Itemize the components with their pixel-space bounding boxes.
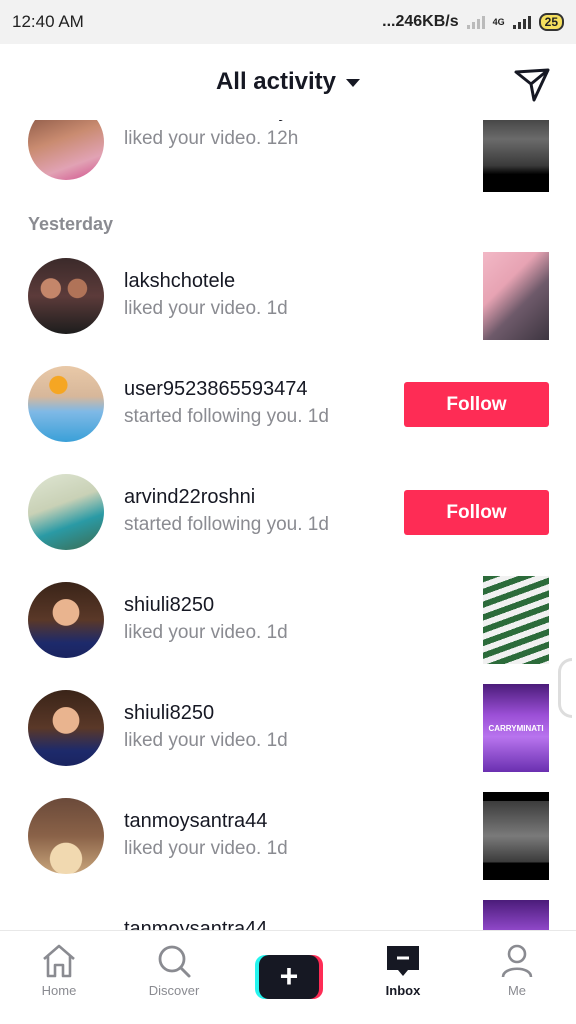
timestamp: 1d: [307, 514, 329, 535]
status-indicators: ...246KB/s 4G 25: [382, 13, 564, 31]
nav-inbox[interactable]: Inbox: [358, 943, 448, 998]
nav-home-label: Home: [41, 983, 77, 998]
activity-text: liked your video. 1d: [124, 730, 288, 752]
home-icon: [43, 944, 75, 978]
timestamp: 1d: [307, 406, 329, 427]
video-thumbnail[interactable]: CARRYMINATI: [483, 684, 549, 772]
timestamp: 12h: [266, 128, 299, 149]
profile-icon: [501, 944, 533, 978]
username[interactable]: shiuli8250: [124, 594, 214, 617]
username[interactable]: tanmoysantra44: [124, 918, 267, 930]
timestamp: 1d: [266, 622, 288, 643]
avatar[interactable]: [28, 582, 104, 658]
plus-icon: +: [259, 955, 319, 999]
activity-text: liked your video. 1d: [124, 622, 288, 644]
status-bar: 12:40 AM ...246KB/s 4G 25: [0, 0, 576, 44]
video-thumbnail[interactable]: [483, 576, 549, 664]
nav-home[interactable]: Home: [14, 943, 104, 998]
avatar[interactable]: [28, 120, 104, 180]
search-icon: [158, 945, 191, 978]
activity-row[interactable]: shiuli8250 liked your video. 1d: [0, 576, 576, 672]
action-text: started following you.: [124, 514, 303, 535]
activity-row[interactable]: arvind22roshni started following you. 1d…: [0, 468, 576, 564]
create-button[interactable]: +: [255, 955, 323, 999]
action-text: liked your video.: [124, 128, 262, 149]
video-thumbnail[interactable]: [483, 120, 549, 192]
page-title: All activity: [215, 68, 337, 95]
timestamp: 1d: [266, 298, 288, 319]
status-time: 12:40 AM: [12, 12, 84, 31]
video-thumbnail[interactable]: [483, 252, 549, 340]
video-thumbnail[interactable]: [483, 792, 549, 880]
caret-down-icon: [346, 78, 361, 87]
network-type: 4G: [492, 17, 505, 27]
action-text: liked your video.: [124, 298, 262, 319]
avatar[interactable]: [28, 690, 104, 766]
activity-filter-dropdown[interactable]: All activity: [0, 68, 576, 96]
avatar[interactable]: [28, 366, 104, 442]
activity-text: started following you. 1d: [124, 406, 329, 428]
follow-button[interactable]: Follow: [404, 490, 549, 535]
bottom-nav: Home Discover + Inbox Me: [0, 930, 576, 1024]
wifi-signal-icon: [466, 15, 485, 29]
avatar[interactable]: [28, 798, 104, 874]
section-label-yesterday: Yesterday: [28, 214, 114, 234]
username[interactable]: user9523865593474: [124, 378, 308, 401]
action-text: liked your video.: [124, 730, 262, 751]
nav-me-label: Me: [507, 983, 527, 998]
action-text: liked your video.: [124, 838, 262, 859]
activity-text: liked your video. 1d: [124, 838, 288, 860]
scroll-handle[interactable]: [558, 658, 572, 718]
follow-button[interactable]: Follow: [404, 382, 549, 427]
action-text: started following you.: [124, 406, 303, 427]
paper-plane-icon[interactable]: [512, 64, 552, 104]
avatar[interactable]: [28, 258, 104, 334]
activity-row[interactable]: lakshchotele liked your video. 1d: [0, 252, 576, 348]
activity-feed[interactable]: sourovchakraborty1 liked your video. 12h…: [0, 120, 576, 930]
activity-row[interactable]: shiuli8250 liked your video. 1d CARRYMIN…: [0, 684, 576, 780]
username[interactable]: lakshchotele: [124, 270, 235, 293]
activity-text: started following you. 1d: [124, 514, 329, 536]
username[interactable]: tanmoysantra44: [124, 810, 267, 833]
activity-row[interactable]: user9523865593474 started following you.…: [0, 360, 576, 456]
activity-row[interactable]: tanmoysantra44 liked your video. 1d: [0, 792, 576, 888]
timestamp: 1d: [266, 730, 288, 751]
action-text: liked your video.: [124, 622, 262, 643]
network-speed: ...246KB/s: [382, 13, 459, 30]
battery-icon: 25: [538, 13, 564, 31]
activity-row[interactable]: sourovchakraborty1 liked your video. 12h: [0, 120, 576, 196]
cell-signal-icon: [512, 15, 531, 29]
timestamp: 1d: [266, 838, 288, 859]
video-thumbnail[interactable]: [483, 900, 549, 930]
nav-discover[interactable]: Discover: [129, 943, 219, 998]
header: All activity: [0, 44, 576, 120]
nav-inbox-label: Inbox: [385, 983, 421, 998]
activity-text: liked your video. 1d: [124, 298, 288, 320]
inbox-icon: [387, 946, 419, 976]
username[interactable]: sourovchakraborty1: [124, 120, 300, 123]
nav-me[interactable]: Me: [472, 943, 562, 998]
avatar[interactable]: [28, 474, 104, 550]
activity-text: liked your video. 12h: [124, 128, 298, 150]
thumbnail-caption: CARRYMINATI: [488, 723, 544, 733]
username[interactable]: shiuli8250: [124, 702, 214, 725]
nav-discover-label: Discover: [148, 983, 200, 998]
username[interactable]: arvind22roshni: [124, 486, 255, 509]
activity-row[interactable]: tanmoysantra44: [0, 900, 576, 930]
